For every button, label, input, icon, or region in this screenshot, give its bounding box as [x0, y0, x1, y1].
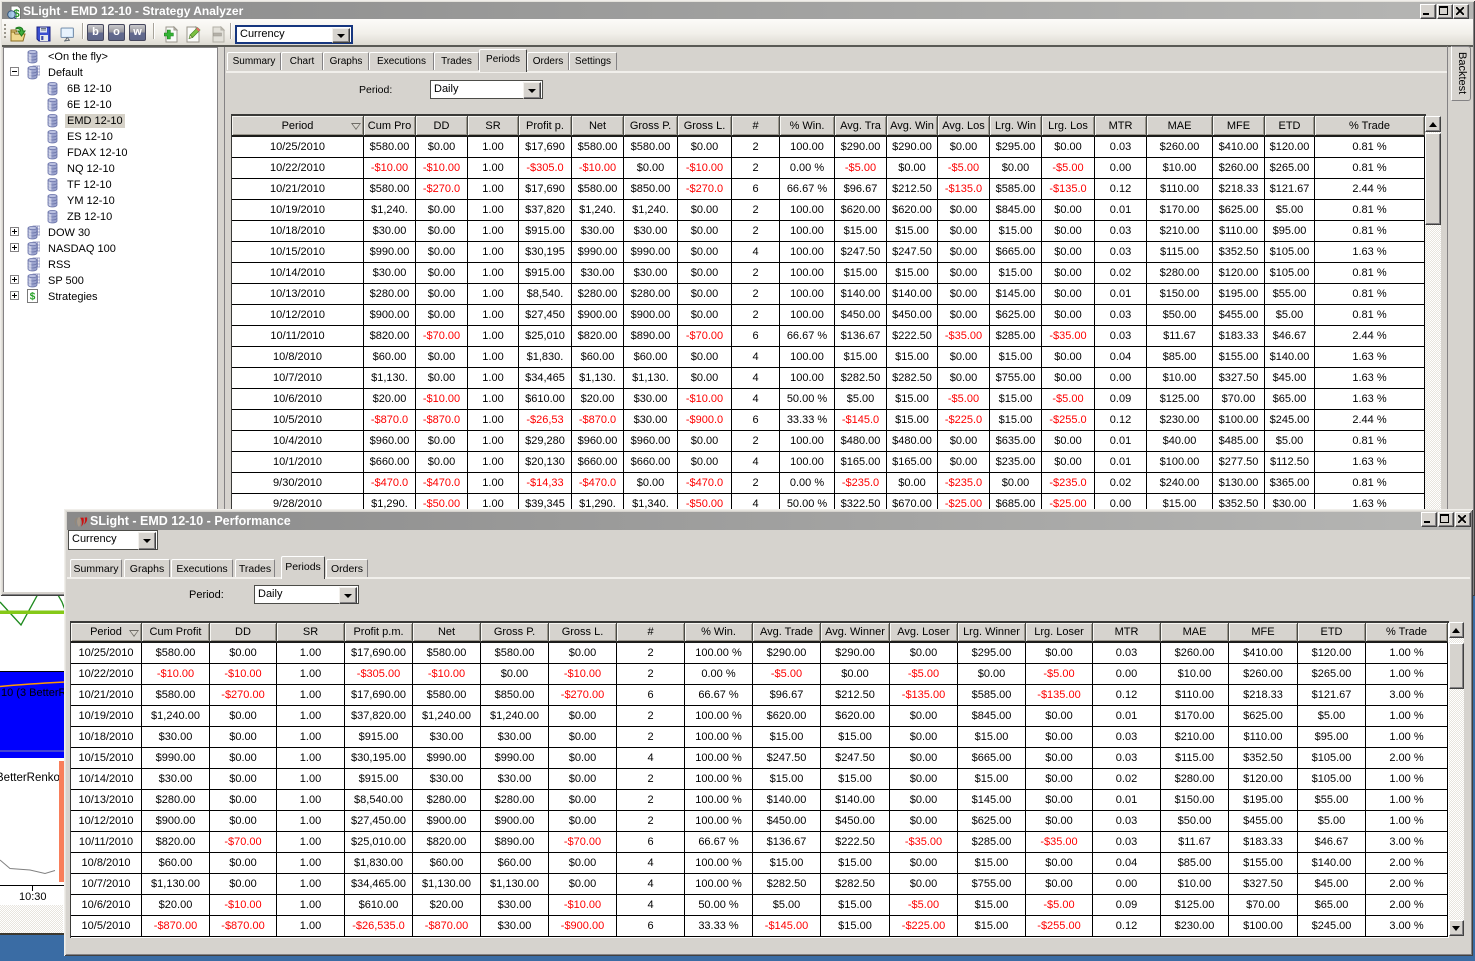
svg-text:$: $ [30, 292, 36, 303]
